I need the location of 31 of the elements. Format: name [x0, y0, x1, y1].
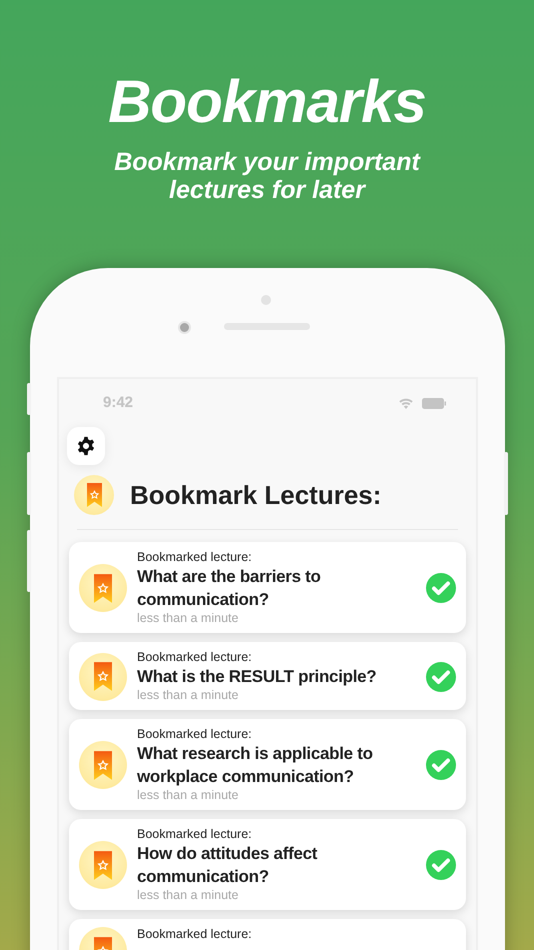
settings-icon [76, 436, 96, 456]
lecture-title: What research is applicable to workplace communication? [137, 743, 374, 788]
bookmark-icon [94, 750, 112, 780]
lecture-label: Bookmarked lecture: [137, 650, 253, 665]
lecture-card[interactable]: Bookmarked lecture: What research is applicable to workplace communication? less than a minute [69, 719, 466, 810]
lecture-card[interactable]: Bookmarked lecture: How do attitudes affect communication? less than a minute [69, 819, 466, 910]
page-subtitle: Bookmark your important lectures for later [113, 148, 422, 204]
lecture-label: Bookmarked lecture: [137, 550, 253, 565]
lecture-duration: less than a minute [137, 611, 240, 626]
bookmark-icon [94, 850, 112, 880]
lecture-card[interactable]: Bookmarked lecture: What is the RESULT principle? less than a minute [69, 642, 466, 710]
phone-camera [178, 321, 191, 334]
lecture-duration: less than a minute [137, 888, 240, 903]
lecture-title: What are the barriers to communication? [137, 566, 322, 611]
lecture-card[interactable]: Bookmarked lecture: [69, 919, 466, 950]
lecture-title: How do attitudes affect communication? [137, 843, 318, 888]
bookmark-icon [94, 662, 112, 691]
bookmark-icon [94, 574, 112, 602]
page-title: Bookmarks [107, 67, 427, 132]
lecture-label: Bookmarked lecture: [137, 927, 253, 942]
lecture-label: Bookmarked lecture: [137, 827, 253, 842]
wifi-icon [398, 397, 414, 409]
lecture-label: Bookmarked lecture: [137, 727, 253, 742]
screen-title: Bookmark Lectures: [130, 478, 382, 512]
lecture-card[interactable]: Bookmarked lecture: What are the barriers to communication? less than a minute [69, 542, 466, 633]
bookmark-icon [86, 483, 102, 507]
lecture-title: What is the RESULT principle? [137, 666, 378, 688]
settings-button[interactable] [67, 427, 105, 465]
lecture-duration: less than a minute [137, 688, 240, 703]
lecture-duration: less than a minute [137, 788, 240, 803]
battery-icon [422, 398, 446, 408]
